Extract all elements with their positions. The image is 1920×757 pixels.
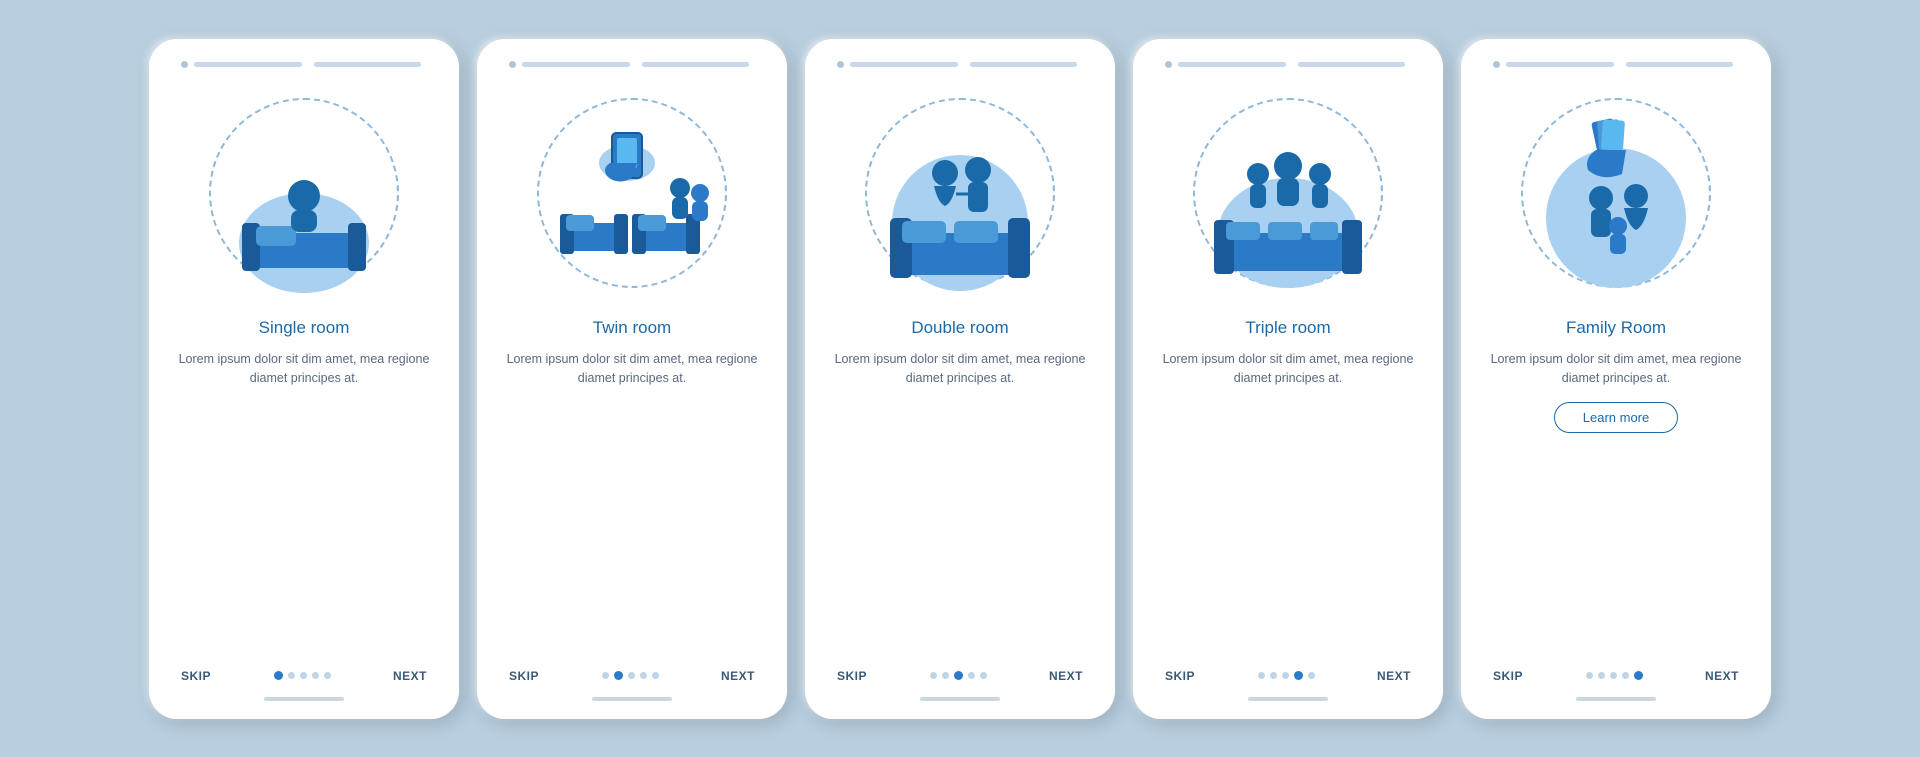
family-room-svg: [1506, 78, 1726, 308]
status-bar-line-3a: [850, 62, 958, 67]
dot-2-1: [602, 672, 609, 679]
status-bar-line-5a: [1506, 62, 1614, 67]
status-bar-line-5b: [1626, 62, 1734, 67]
dot-1-5: [324, 672, 331, 679]
double-room-title: Double room: [911, 318, 1008, 338]
status-bar-line-3b: [970, 62, 1078, 67]
status-bar-line-2a: [522, 62, 630, 67]
dot-3-5: [980, 672, 987, 679]
dot-1-2: [288, 672, 295, 679]
status-bar-line-4a: [1178, 62, 1286, 67]
dots-row-5: [1586, 671, 1643, 680]
dot-2-3: [628, 672, 635, 679]
dots-row-2: [602, 671, 659, 680]
screen-twin-room: Twin room Lorem ipsum dolor sit dim amet…: [477, 39, 787, 719]
dots-row-4: [1258, 671, 1315, 680]
illustration-double-room: [850, 78, 1070, 308]
dot-4-2: [1270, 672, 1277, 679]
dot-3-1: [930, 672, 937, 679]
status-bar-1: [171, 61, 437, 68]
double-room-description: Lorem ipsum dolor sit dim amet, mea regi…: [827, 350, 1093, 389]
nav-area-2: SKIP NEXT: [499, 669, 765, 683]
status-bar-5: [1483, 61, 1749, 68]
next-button-3[interactable]: NEXT: [1049, 669, 1083, 683]
next-button-4[interactable]: NEXT: [1377, 669, 1411, 683]
single-room-title: Single room: [259, 318, 350, 338]
dot-5-2: [1598, 672, 1605, 679]
triple-room-svg: [1178, 78, 1398, 308]
dot-4-1: [1258, 672, 1265, 679]
next-button-1[interactable]: NEXT: [393, 669, 427, 683]
nav-area-3: SKIP NEXT: [827, 669, 1093, 683]
triple-room-title: Triple room: [1245, 318, 1330, 338]
dot-2-5: [652, 672, 659, 679]
dot-1-3: [300, 672, 307, 679]
next-button-2[interactable]: NEXT: [721, 669, 755, 683]
dot-2-4: [640, 672, 647, 679]
dot-4-3: [1282, 672, 1289, 679]
illustration-family-room: [1506, 78, 1726, 308]
skip-button-3[interactable]: SKIP: [837, 669, 867, 683]
skip-button-4[interactable]: SKIP: [1165, 669, 1195, 683]
dot-2-2: [614, 671, 623, 680]
illustration-twin-room: [522, 78, 742, 308]
status-bar-line: [194, 62, 302, 67]
nav-area-5: SKIP NEXT: [1483, 669, 1749, 683]
dot-3-3: [954, 671, 963, 680]
dot-5-4: [1622, 672, 1629, 679]
dots-row-3: [930, 671, 987, 680]
family-room-description: Lorem ipsum dolor sit dim amet, mea regi…: [1483, 350, 1749, 389]
family-room-title: Family Room: [1566, 318, 1666, 338]
status-dot: [181, 61, 188, 68]
status-dot-3: [837, 61, 844, 68]
screen-triple-room: Triple room Lorem ipsum dolor sit dim am…: [1133, 39, 1443, 719]
dot-5-1: [1586, 672, 1593, 679]
status-dot-4: [1165, 61, 1172, 68]
dot-4-4: [1294, 671, 1303, 680]
illustration-single-room: [194, 78, 414, 308]
dot-4-5: [1308, 672, 1315, 679]
status-bar-line-4b: [1298, 62, 1406, 67]
dot-5-5: [1634, 671, 1643, 680]
status-bar-3: [827, 61, 1093, 68]
screen-single-room: Single room Lorem ipsum dolor sit dim am…: [149, 39, 459, 719]
skip-button-2[interactable]: SKIP: [509, 669, 539, 683]
status-bar-line-2b: [642, 62, 750, 67]
screen-double-room: Double room Lorem ipsum dolor sit dim am…: [805, 39, 1115, 719]
double-room-svg: [850, 78, 1070, 308]
illustration-triple-room: [1178, 78, 1398, 308]
learn-more-button[interactable]: Learn more: [1554, 402, 1678, 433]
triple-room-description: Lorem ipsum dolor sit dim amet, mea regi…: [1155, 350, 1421, 389]
status-bar-4: [1155, 61, 1421, 68]
twin-room-description: Lorem ipsum dolor sit dim amet, mea regi…: [499, 350, 765, 389]
skip-button-1[interactable]: SKIP: [181, 669, 211, 683]
dots-row-1: [274, 671, 331, 680]
dot-1-4: [312, 672, 319, 679]
single-room-description: Lorem ipsum dolor sit dim amet, mea regi…: [171, 350, 437, 389]
dot-1-1: [274, 671, 283, 680]
screen-family-room: Family Room Lorem ipsum dolor sit dim am…: [1461, 39, 1771, 719]
dot-5-3: [1610, 672, 1617, 679]
screens-container: Single room Lorem ipsum dolor sit dim am…: [149, 39, 1771, 719]
status-dot-5: [1493, 61, 1500, 68]
dot-3-2: [942, 672, 949, 679]
status-bar-line: [314, 62, 422, 67]
nav-area-1: SKIP NEXT: [171, 669, 437, 683]
single-room-svg: [194, 78, 414, 308]
next-button-5[interactable]: NEXT: [1705, 669, 1739, 683]
twin-room-svg: [522, 78, 742, 308]
status-dot-2: [509, 61, 516, 68]
dot-3-4: [968, 672, 975, 679]
twin-room-title: Twin room: [593, 318, 671, 338]
skip-button-5[interactable]: SKIP: [1493, 669, 1523, 683]
nav-area-4: SKIP NEXT: [1155, 669, 1421, 683]
status-bar-2: [499, 61, 765, 68]
